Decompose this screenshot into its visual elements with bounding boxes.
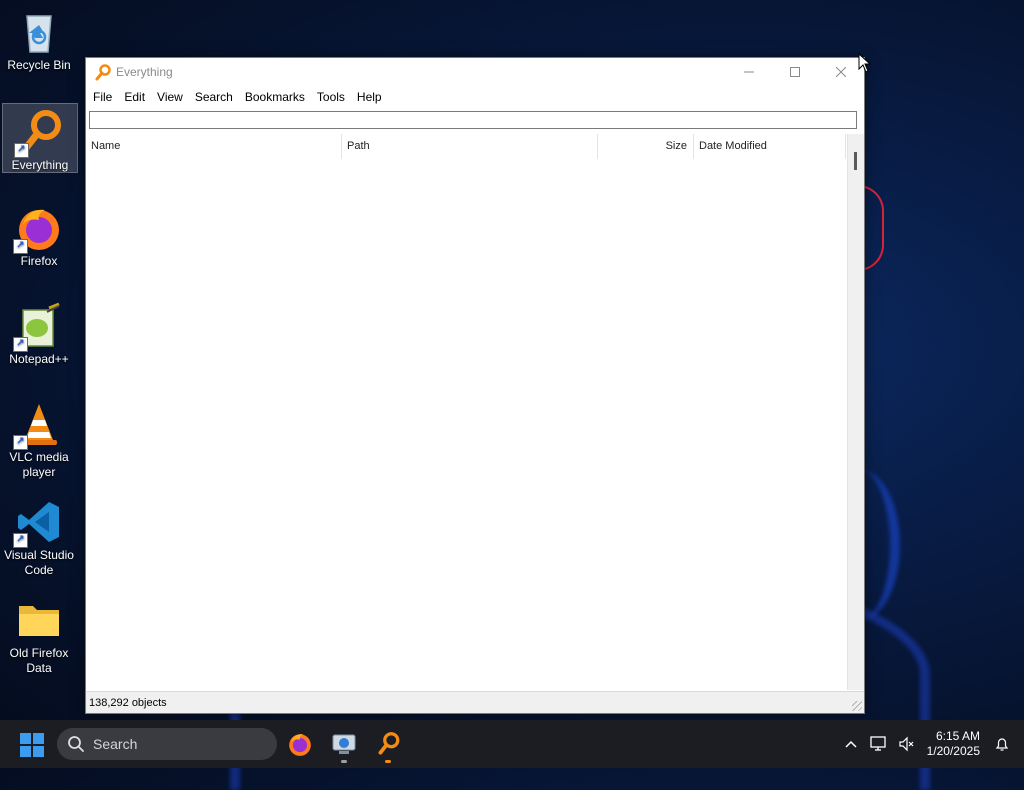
running-indicator [385,760,391,763]
everything-icon [94,63,112,81]
system-tray: 6:15 AM 1/20/2025 [837,720,1024,768]
status-bar: 138,292 objects [86,691,864,713]
scrollbar-thumb[interactable] [854,152,857,170]
desktop-icon-firefox[interactable]: ↗ Firefox [2,200,76,272]
maximize-button[interactable] [772,58,818,86]
desktop-icon-recycle-bin[interactable]: Recycle Bin [2,4,76,80]
column-header-date-modified[interactable]: Date Modified [694,134,846,159]
window-title: Everything [116,65,173,79]
status-object-count: 138,292 objects [89,697,167,709]
shortcut-arrow-icon: ↗ [14,143,29,158]
resize-grip-icon[interactable] [852,701,862,711]
recycle-bin-icon [15,8,63,56]
results-list[interactable] [86,160,848,690]
menu-search[interactable]: Search [189,86,239,108]
taskbar-search-box[interactable]: Search [57,728,277,760]
search-icon [67,735,85,753]
clock-date: 1/20/2025 [926,744,980,758]
column-header-row: Name Path Size Date Modified [86,134,848,160]
shortcut-arrow-icon: ↗ [13,239,28,254]
desktop-icon-everything[interactable]: ↗ Everything [2,103,78,173]
close-icon [836,67,846,77]
vlc-icon: ↗ [13,400,63,450]
windows-logo-icon [20,733,31,744]
firefox-icon: ↗ [13,204,63,254]
menu-view[interactable]: View [151,86,189,108]
everything-icon: ↗ [14,108,64,158]
taskbar-app-firefox[interactable] [280,728,320,760]
desktop-icon-label: Notepad++ [9,352,69,366]
network-app-icon [332,734,356,754]
everything-icon [378,732,400,755]
everything-window[interactable]: Everything File Edit View Search Bookmar… [85,57,865,714]
desktop-icon-label: Everything [11,158,69,172]
menu-file[interactable]: File [87,86,118,108]
search-input[interactable] [89,111,857,129]
column-header-path[interactable]: Path [342,134,598,159]
start-button[interactable] [20,733,44,757]
maximize-icon [790,67,800,77]
minimize-button[interactable] [726,58,772,86]
shortcut-arrow-icon: ↗ [13,533,28,548]
taskbar-app-everything[interactable] [368,728,408,763]
firefox-icon [289,734,311,756]
shortcut-arrow-icon: ↗ [13,337,28,352]
clock[interactable]: 6:15 AM 1/20/2025 [927,729,980,759]
desktop-icon-label: Visual Studio Code [4,548,74,577]
taskbar-search-label: Search [93,736,138,752]
vscode-icon: ↗ [13,498,63,548]
notepadpp-icon: ↗ [13,302,63,352]
menu-tools[interactable]: Tools [311,86,351,108]
taskbar: Search 6:15 AM 1/20/2025 [0,720,1024,768]
desktop-icon-label: Recycle Bin [7,58,71,72]
taskbar-app-network[interactable] [324,728,364,763]
notification-bell-icon[interactable] [988,728,1016,760]
vertical-scrollbar[interactable] [847,134,864,690]
desktop-icon-label: VLC media player [9,450,69,479]
desktop-icon-old-firefox-data[interactable]: Old Firefox Data [2,592,76,680]
desktop-icon-label: Firefox [20,254,58,268]
running-indicator [341,760,347,763]
menu-bar: File Edit View Search Bookmarks Tools He… [86,86,864,108]
folder-icon [15,596,63,644]
menu-help[interactable]: Help [351,86,388,108]
title-bar[interactable]: Everything [86,58,864,86]
minimize-icon [744,71,754,73]
desktop-icon-label: Old Firefox Data [9,646,69,675]
menu-bookmarks[interactable]: Bookmarks [239,86,311,108]
clock-time: 6:15 AM [935,729,980,743]
column-header-name[interactable]: Name [86,134,342,159]
menu-edit[interactable]: Edit [118,86,151,108]
desktop-icon-vscode[interactable]: ↗ Visual Studio Code [2,494,76,582]
chevron-up-icon[interactable] [837,728,865,760]
volume-muted-icon[interactable] [893,728,921,760]
shortcut-arrow-icon: ↗ [13,435,28,450]
column-header-size[interactable]: Size [598,134,694,159]
network-icon[interactable] [865,728,893,760]
desktop-icon-notepadpp[interactable]: ↗ Notepad++ [2,298,76,370]
mouse-cursor-icon [858,53,872,73]
desktop-icon-vlc[interactable]: ↗ VLC media player [2,396,76,484]
